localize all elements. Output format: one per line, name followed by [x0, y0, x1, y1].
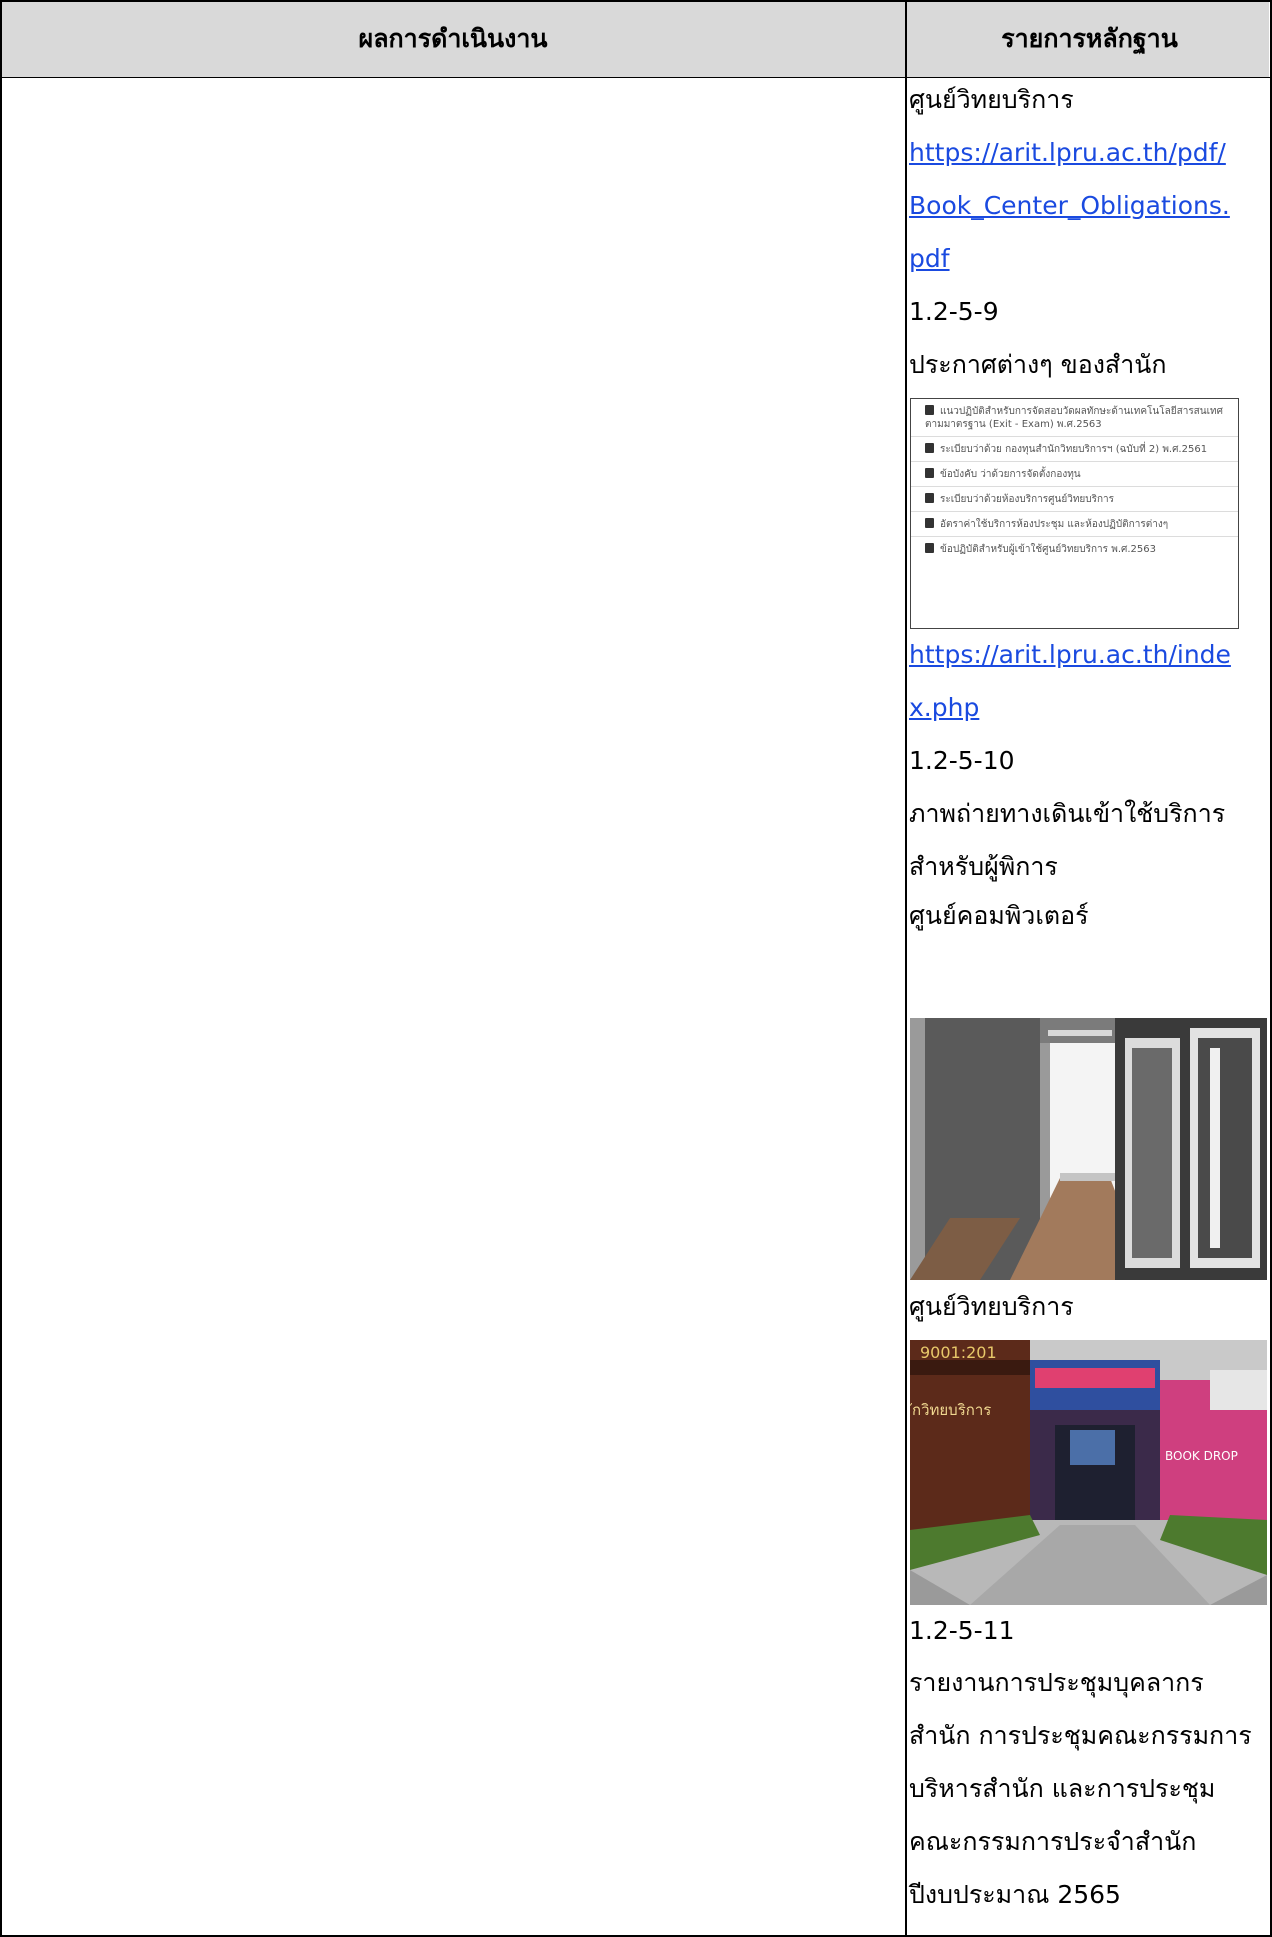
- column-divider: [905, 0, 907, 1937]
- photo-description-line2: สำหรับผู้พิการ: [909, 852, 1058, 881]
- evidence-line-arit: ศูนย์วิทยบริการ: [909, 85, 1074, 114]
- header-evidence: รายการหลักฐาน: [1001, 24, 1178, 53]
- computer-center-photo: [910, 1018, 1267, 1280]
- photo2-sign-name: ักวิทยบริการ: [910, 1401, 991, 1419]
- photo2-caption: ศูนย์วิทยบริการ: [909, 1292, 1074, 1321]
- notice-item: ระเบียบว่าด้วยห้องบริการศูนย์วิทยบริการ: [911, 487, 1238, 512]
- book-icon: [925, 543, 934, 553]
- book-icon: [925, 518, 934, 528]
- library-center-photo: 9001:201 ักวิทยบริการ BOOK DROP: [910, 1340, 1267, 1605]
- notices-title: ประกาศต่างๆ ของสำนัก: [909, 350, 1167, 379]
- notice-item: อัตราค่าใช้บริการห้องประชุม และห้องปฏิบั…: [911, 512, 1238, 537]
- evidence-code-1-2-5-10: 1.2-5-10: [909, 746, 1015, 775]
- report-line: รายงานการประชุมบุคลากร: [909, 1668, 1204, 1697]
- report-line: คณะกรรมการประจำสำนัก: [909, 1827, 1197, 1856]
- evidence-code-1-2-5-11: 1.2-5-11: [909, 1616, 1015, 1645]
- report-line: ปีงบประมาณ 2565: [909, 1880, 1121, 1909]
- report-line: บริหารสำนัก และการประชุม: [909, 1774, 1216, 1803]
- book-icon: [925, 443, 934, 453]
- book-icon: [925, 468, 934, 478]
- photo-description-line1: ภาพถ่ายทางเดินเข้าใช้บริการ: [909, 799, 1226, 828]
- notices-screenshot: แนวปฏิบัติสำหรับการจัดสอบวัดผลทักษะด้านเ…: [910, 398, 1239, 629]
- notice-item: ระเบียบว่าด้วย กองทุนสำนักวิทยบริการฯ (ฉ…: [911, 437, 1238, 462]
- photo2-sign-iso: 9001:201: [920, 1343, 997, 1362]
- arit-index-link-part2[interactable]: x.php: [909, 688, 979, 728]
- photo1-caption: ศูนย์คอมพิวเตอร์: [909, 901, 1089, 930]
- book-icon: [925, 405, 934, 415]
- obligations-link-part1[interactable]: https://arit.lpru.ac.th/pdf/: [909, 133, 1226, 173]
- arit-index-link-part1[interactable]: https://arit.lpru.ac.th/inde: [909, 635, 1231, 675]
- table-border-left: [0, 0, 2, 1937]
- book-icon: [925, 493, 934, 503]
- evidence-code-1-2-5-9: 1.2-5-9: [909, 297, 999, 326]
- obligations-link-part2[interactable]: Book_Center_Obligations.: [909, 186, 1230, 226]
- notice-item: ข้อปฏิบัติสำหรับผู้เข้าใช้ศูนย์วิทยบริกา…: [911, 537, 1238, 561]
- notice-item: ข้อบังคับ ว่าด้วยการจัดตั้งกองทุน: [911, 462, 1238, 487]
- report-line: สำนัก การประชุมคณะกรรมการ: [909, 1721, 1252, 1750]
- header-results: ผลการดำเนินงาน: [358, 24, 548, 53]
- obligations-link-part3[interactable]: pdf: [909, 239, 950, 279]
- photo2-sign-bookdrop: BOOK DROP: [1165, 1449, 1238, 1463]
- notice-item: แนวปฏิบัติสำหรับการจัดสอบวัดผลทักษะด้านเ…: [911, 399, 1238, 437]
- evidence-table: ผลการดำเนินงาน รายการหลักฐาน ศูนย์วิทยบร…: [0, 0, 1272, 1937]
